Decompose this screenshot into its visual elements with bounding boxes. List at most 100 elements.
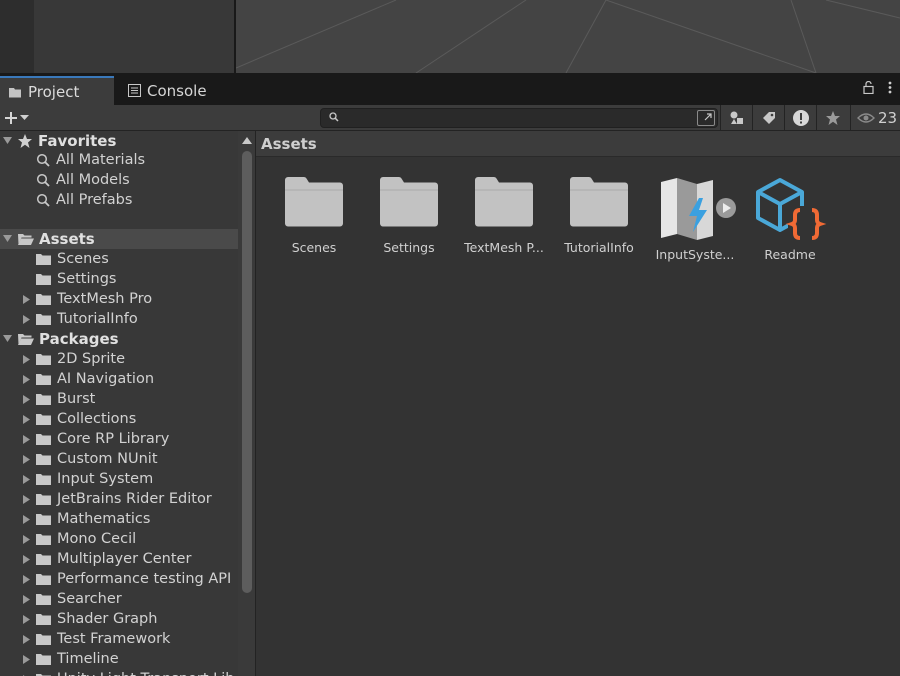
scrollbar-thumb[interactable] xyxy=(242,151,252,593)
collapsed-arrow-icon[interactable] xyxy=(20,354,32,364)
tree-item-label: Mono Cecil xyxy=(57,531,137,547)
search-by-importlog-button[interactable] xyxy=(784,105,816,131)
tree-item-label: Core RP Library xyxy=(57,431,170,447)
folder-icon xyxy=(36,374,51,385)
expand-arrow-icon[interactable] xyxy=(1,235,13,243)
tree-item-label: All Materials xyxy=(56,152,146,168)
folder-icon xyxy=(36,414,51,425)
tree-item-label: TutorialInfo xyxy=(57,311,138,327)
tree-item-all-prefabs[interactable]: All Prefabs xyxy=(0,190,238,210)
tree-item-package[interactable]: Core RP Library xyxy=(0,429,238,449)
folder-icon xyxy=(36,554,51,565)
tree-item-package[interactable]: Unity Light Transport Lib xyxy=(0,669,238,676)
collapsed-arrow-icon[interactable] xyxy=(20,294,32,304)
expand-arrow-icon[interactable] xyxy=(1,137,13,145)
folder-icon xyxy=(36,454,51,465)
tree-item-settings[interactable]: Settings xyxy=(0,269,238,289)
tree-favorites[interactable]: Favorites xyxy=(0,131,238,151)
tree-item-all-materials[interactable]: All Materials xyxy=(0,150,238,170)
tree-item-package[interactable]: Mathematics xyxy=(0,509,238,529)
asset-item-tutorialinfo[interactable]: TutorialInfo xyxy=(551,176,647,255)
folder-icon xyxy=(36,274,51,285)
advanced-search-button[interactable] xyxy=(697,110,715,126)
collapsed-arrow-icon[interactable] xyxy=(20,314,32,324)
tree-item-all-models[interactable]: All Models xyxy=(0,170,238,190)
tree-item-package[interactable]: Burst xyxy=(0,389,238,409)
collapsed-arrow-icon[interactable] xyxy=(20,654,32,664)
tree-item-package[interactable]: Mono Cecil xyxy=(0,529,238,549)
search-by-type-button[interactable] xyxy=(720,105,752,131)
tag-icon xyxy=(762,112,775,124)
scroll-up-arrow-icon[interactable] xyxy=(242,137,252,144)
asset-item-inputsystem[interactable]: InputSyste... xyxy=(647,178,743,262)
tree-item-package[interactable]: Performance testing API xyxy=(0,569,238,589)
tree-item-package[interactable]: Multiplayer Center xyxy=(0,549,238,569)
tree-packages[interactable]: Packages xyxy=(0,329,238,349)
expand-arrow-icon[interactable] xyxy=(1,335,13,343)
tab-console-label: Console xyxy=(147,81,207,100)
collapsed-arrow-icon[interactable] xyxy=(20,374,32,384)
breadcrumb[interactable]: Assets xyxy=(256,131,900,157)
tree-item-tutorialinfo[interactable]: TutorialInfo xyxy=(0,309,238,329)
folder-icon xyxy=(36,314,51,325)
scene-grid xyxy=(236,0,900,73)
collapsed-arrow-icon[interactable] xyxy=(20,534,32,544)
tree-item-label: Shader Graph xyxy=(57,611,158,627)
tree-assets[interactable]: Assets xyxy=(0,229,238,249)
folder-icon xyxy=(36,474,51,485)
folder-open-icon xyxy=(18,234,34,245)
shapes-icon xyxy=(730,111,743,124)
lock-icon[interactable] xyxy=(863,81,874,94)
tree-item-label: Multiplayer Center xyxy=(57,551,192,567)
folder-icon xyxy=(475,177,533,227)
asset-item-textmesh-pro[interactable]: TextMesh P... xyxy=(456,176,552,255)
asset-label: TutorialInfo xyxy=(564,240,634,255)
tree-item-package[interactable]: Searcher xyxy=(0,589,238,609)
tree-item-package[interactable]: Test Framework xyxy=(0,629,238,649)
collapsed-arrow-icon[interactable] xyxy=(20,474,32,484)
tree-item-package[interactable]: Shader Graph xyxy=(0,609,238,629)
asset-item-scenes[interactable]: Scenes xyxy=(266,176,362,255)
eye-icon xyxy=(857,113,875,123)
tree-item-package[interactable]: 2D Sprite xyxy=(0,349,238,369)
asset-item-readme[interactable]: Readme xyxy=(742,176,838,262)
tree-item-package[interactable]: Input System xyxy=(0,469,238,489)
collapsed-arrow-icon[interactable] xyxy=(20,514,32,524)
collapsed-arrow-icon[interactable] xyxy=(20,454,32,464)
tab-project[interactable]: Project xyxy=(0,76,114,105)
search-input[interactable] xyxy=(320,108,718,128)
collapsed-arrow-icon[interactable] xyxy=(20,394,32,404)
tab-console[interactable]: Console xyxy=(120,76,230,105)
tree-scrollbar[interactable] xyxy=(238,131,256,676)
add-asset-button[interactable] xyxy=(4,107,36,129)
collapsed-arrow-icon[interactable] xyxy=(20,634,32,644)
search-by-label-button[interactable] xyxy=(752,105,784,131)
folder-icon xyxy=(36,294,51,305)
collapsed-arrow-icon[interactable] xyxy=(20,554,32,564)
collapsed-arrow-icon[interactable] xyxy=(20,574,32,584)
folder-icon xyxy=(36,354,51,365)
collapsed-arrow-icon[interactable] xyxy=(20,494,32,504)
collapsed-arrow-icon[interactable] xyxy=(20,414,32,424)
tree-item-package[interactable]: JetBrains Rider Editor xyxy=(0,489,238,509)
scene-left-panel xyxy=(0,0,34,73)
favorites-toggle-button[interactable] xyxy=(816,105,848,131)
tree-item-package[interactable]: Collections xyxy=(0,409,238,429)
more-options-icon[interactable] xyxy=(888,81,892,94)
hidden-packages-toggle[interactable]: 23 xyxy=(850,105,897,131)
folder-icon xyxy=(570,177,628,227)
scene-view[interactable] xyxy=(236,0,900,73)
folder-icon xyxy=(36,534,51,545)
tree-item-package[interactable]: Custom NUnit xyxy=(0,449,238,469)
collapsed-arrow-icon[interactable] xyxy=(20,614,32,624)
tree-item-package[interactable]: AI Navigation xyxy=(0,369,238,389)
tree-item-package[interactable]: Timeline xyxy=(0,649,238,669)
tree-assets-label: Assets xyxy=(39,230,95,248)
asset-item-settings[interactable]: Settings xyxy=(361,176,457,255)
collapsed-arrow-icon[interactable] xyxy=(20,594,32,604)
tree-item-label: Timeline xyxy=(57,651,119,667)
tree-item-scenes[interactable]: Scenes xyxy=(0,249,238,269)
collapsed-arrow-icon[interactable] xyxy=(20,434,32,444)
tree-item-textmesh-pro[interactable]: TextMesh Pro xyxy=(0,289,238,309)
tree-item-label: Searcher xyxy=(57,591,122,607)
